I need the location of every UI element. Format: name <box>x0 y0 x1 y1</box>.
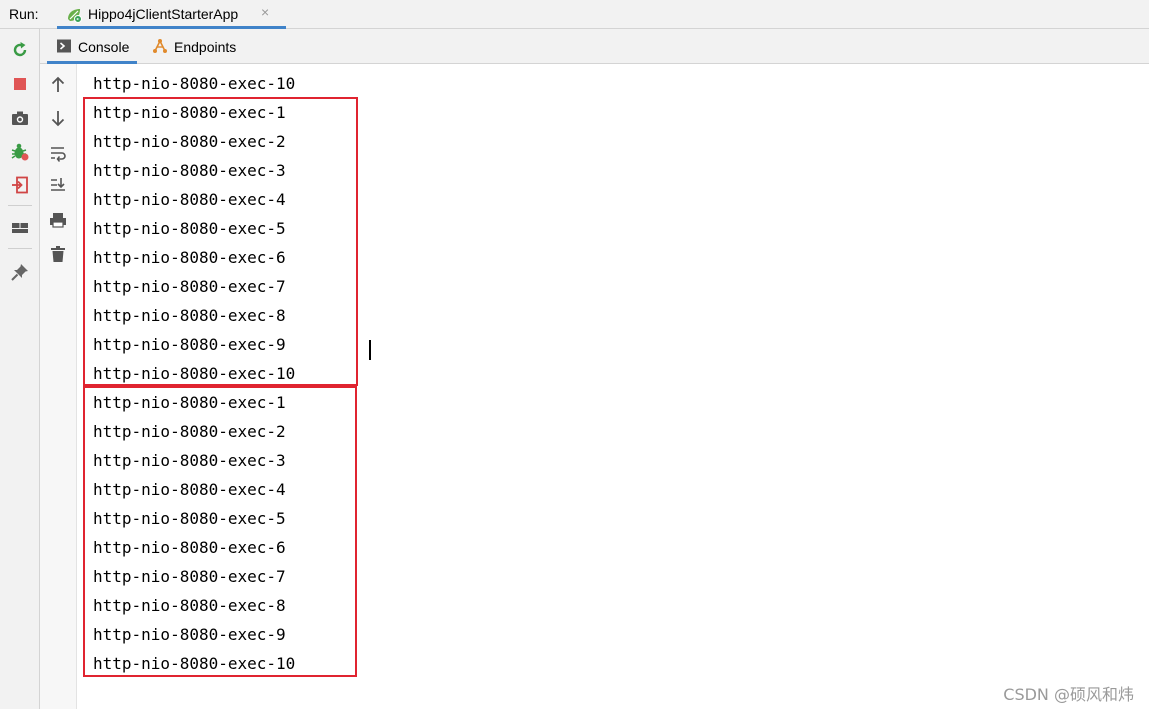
console-icon <box>57 39 71 53</box>
run-label: Run: <box>9 6 39 22</box>
console-line: http-nio-8080-exec-10 <box>93 364 296 383</box>
close-icon[interactable]: × <box>261 4 269 20</box>
run-side-toolbar <box>0 29 40 709</box>
spring-boot-app-icon <box>68 9 82 23</box>
console-line: http-nio-8080-exec-2 <box>93 132 286 151</box>
run-config-title: Hippo4jClientStarterApp <box>88 6 239 22</box>
console-output[interactable]: http-nio-8080-exec-10 http-nio-8080-exec… <box>77 64 1149 709</box>
tab-console[interactable]: Console <box>47 29 137 64</box>
down-arrow-icon[interactable] <box>48 108 68 128</box>
toolbar-separator <box>8 205 32 206</box>
console-line: http-nio-8080-exec-3 <box>93 451 286 470</box>
layout-icon[interactable] <box>10 218 30 238</box>
restore-layout-icon[interactable] <box>10 175 30 195</box>
stop-icon[interactable] <box>10 74 30 94</box>
console-line: http-nio-8080-exec-9 <box>93 625 286 644</box>
rerun-icon[interactable] <box>10 40 30 60</box>
console-line: http-nio-8080-exec-5 <box>93 219 286 238</box>
console-line: http-nio-8080-exec-7 <box>93 277 286 296</box>
console-line: http-nio-8080-exec-6 <box>93 538 286 557</box>
watermark: CSDN @硕风和炜 <box>1003 685 1134 704</box>
camera-icon[interactable] <box>10 108 30 128</box>
console-tab-bar: Console Endpoints <box>40 29 1149 64</box>
print-icon[interactable] <box>48 210 68 230</box>
console-line: http-nio-8080-exec-7 <box>93 567 286 586</box>
console-line: http-nio-8080-exec-8 <box>93 306 286 325</box>
console-line: http-nio-8080-exec-9 <box>93 335 286 354</box>
text-caret <box>369 340 371 360</box>
console-line: http-nio-8080-exec-8 <box>93 596 286 615</box>
debug-bug-icon[interactable] <box>10 142 30 162</box>
console-line: http-nio-8080-exec-10 <box>93 74 296 93</box>
tab-console-label: Console <box>78 39 130 55</box>
console-line: http-nio-8080-exec-2 <box>93 422 286 441</box>
console-line: http-nio-8080-exec-4 <box>93 190 286 209</box>
toolbar-separator <box>8 248 32 249</box>
console-line: http-nio-8080-exec-3 <box>93 161 286 180</box>
console-line: http-nio-8080-exec-6 <box>93 248 286 267</box>
console-line: http-nio-8080-exec-1 <box>93 393 286 412</box>
run-toolbar: Run: Hippo4jClientStarterApp × <box>0 0 1149 29</box>
console-gutter-toolbar <box>40 64 77 709</box>
pin-icon[interactable] <box>10 262 30 282</box>
up-arrow-icon[interactable] <box>48 75 68 95</box>
run-config-tab[interactable]: Hippo4jClientStarterApp × <box>57 0 286 29</box>
scroll-to-end-icon[interactable] <box>48 175 68 195</box>
console-line: http-nio-8080-exec-10 <box>93 654 296 673</box>
endpoints-icon <box>153 39 167 53</box>
console-line: http-nio-8080-exec-5 <box>93 509 286 528</box>
trash-icon[interactable] <box>48 244 68 264</box>
console-line: http-nio-8080-exec-4 <box>93 480 286 499</box>
soft-wrap-icon[interactable] <box>48 143 68 163</box>
tab-endpoints[interactable]: Endpoints <box>143 29 243 64</box>
tab-endpoints-label: Endpoints <box>174 39 237 55</box>
console-line: http-nio-8080-exec-1 <box>93 103 286 122</box>
